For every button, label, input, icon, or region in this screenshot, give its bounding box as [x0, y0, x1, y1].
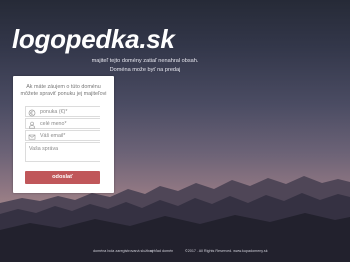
full-name-field[interactable]: celé meno* [25, 118, 100, 129]
full-name-placeholder: celé meno* [40, 121, 67, 128]
envelope-icon [28, 134, 36, 139]
tagline-no-content: majiteľ tejto domény zatiaľ nenahral obs… [91, 58, 199, 64]
offer-form-intro: Ak máte záujem o túto doménu môžete spra… [20, 84, 107, 98]
submit-offer-button[interactable]: odoslať [25, 171, 100, 184]
money-icon [28, 109, 36, 116]
domain-logo: logopedka.sk [12, 24, 175, 54]
tagline-for-sale: Doména može byť na predaj [109, 67, 181, 73]
message-textarea[interactable]: Vaša správa [25, 142, 100, 162]
offer-amount-field[interactable]: ponuka (€)* [25, 106, 100, 117]
footer-domain-search-link[interactable]: výhľad domén [150, 249, 173, 253]
email-placeholder: Váš email* [40, 133, 66, 140]
footer: doména bola zaregistrovaná službou výhľa… [0, 246, 350, 256]
footer-copyright: ©2017 . All Rights Reserved. www.kupadom… [185, 249, 268, 253]
user-icon [28, 121, 36, 128]
footer-registrar-link[interactable]: doména bola zaregistrovaná službou [93, 249, 153, 253]
email-field[interactable]: Váš email* [25, 130, 100, 141]
offer-amount-placeholder: ponuka (€)* [40, 109, 68, 116]
message-placeholder: Vaša správa [29, 146, 59, 152]
